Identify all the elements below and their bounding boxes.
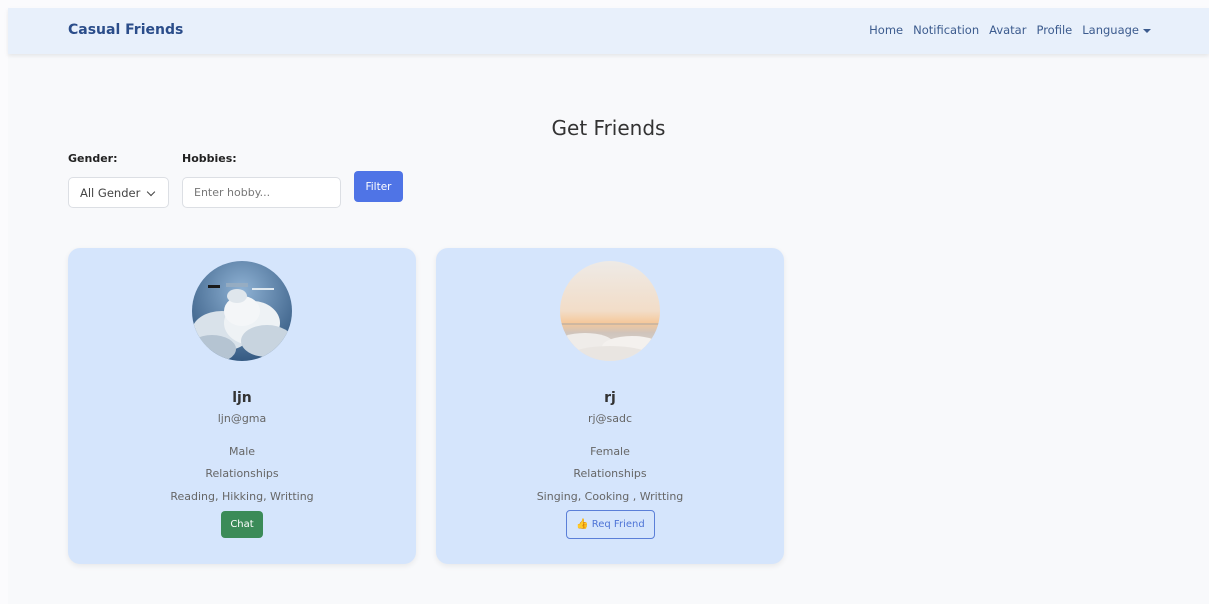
friend-email: ljn@gma — [217, 412, 267, 425]
page: Casual Friends Home Notification Avatar … — [8, 8, 1209, 604]
friend-card: ljn ljn@gma Male Relationships Reading, … — [68, 248, 416, 564]
page-title: Get Friends — [551, 116, 666, 140]
nav-language-label: Language — [1082, 23, 1139, 37]
nav-home[interactable]: Home — [869, 23, 903, 37]
gender-select-value: All Gender — [80, 186, 141, 200]
brand-logo[interactable]: Casual Friends — [68, 22, 183, 38]
nav-language-dropdown[interactable]: Language — [1082, 23, 1151, 37]
friend-name: ljn — [232, 390, 252, 406]
friend-name: rj — [604, 390, 616, 406]
avatar — [560, 261, 660, 361]
navbar: Casual Friends Home Notification Avatar … — [8, 8, 1209, 54]
avatar — [192, 261, 292, 361]
chat-button[interactable]: Chat — [221, 511, 263, 538]
filter-button[interactable]: Filter — [354, 171, 403, 202]
nav-links: Home Notification Avatar Profile Languag… — [869, 23, 1151, 37]
request-friend-label: Req Friend — [591, 519, 645, 530]
gender-select[interactable]: All Gender — [68, 177, 169, 208]
friend-card: rj rj@sadc Female Relationships Singing,… — [436, 248, 784, 564]
friend-gender: Female — [590, 445, 630, 458]
friend-email: rj@sadc — [587, 412, 633, 425]
request-friend-button[interactable]: 👍 Req Friend — [566, 510, 655, 539]
friend-looking-for: Relationships — [573, 467, 647, 480]
friend-hobbies: Reading, Hikking, Writting — [170, 490, 314, 503]
thumbs-up-icon: 👍 — [576, 519, 589, 530]
hobbies-label: Hobbies: — [182, 152, 237, 165]
nav-notification[interactable]: Notification — [913, 23, 979, 37]
friend-hobbies: Singing, Cooking , Writting — [536, 490, 684, 503]
chevron-down-icon — [146, 187, 156, 197]
friend-gender: Male — [228, 445, 256, 458]
hobby-input[interactable] — [182, 177, 341, 208]
friend-looking-for: Relationships — [205, 467, 279, 480]
nav-profile[interactable]: Profile — [1036, 23, 1072, 37]
gender-label: Gender: — [68, 152, 118, 165]
caret-down-icon — [1143, 28, 1151, 33]
nav-avatar[interactable]: Avatar — [989, 23, 1026, 37]
